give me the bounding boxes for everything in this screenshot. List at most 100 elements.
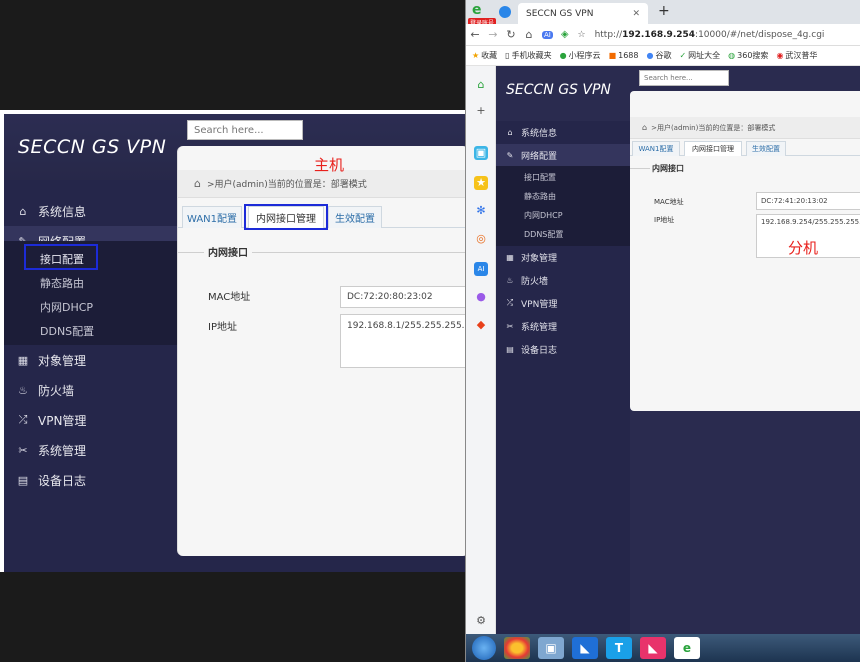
ai-circle-icon[interactable]: ◎: [474, 232, 488, 246]
settings-icon[interactable]: ⚙: [474, 614, 488, 628]
branch-nav-system-info[interactable]: ⌂ 系统信息: [496, 121, 630, 143]
branch-subnav-interface[interactable]: 接口配置: [524, 172, 556, 183]
browser-e-icon[interactable]: e: [674, 637, 700, 659]
main-nav-system-info[interactable]: ⌂ 系统信息: [4, 196, 177, 226]
branch-nav-objects[interactable]: ▦ 对象管理: [496, 246, 630, 268]
mac-label: MAC地址: [654, 198, 684, 206]
mac-field[interactable]: DC:72:41:20:13:02: [756, 192, 860, 210]
tab-wan1[interactable]: WAN1配置: [182, 206, 242, 228]
main-sidebar-lower: ▦ 对象管理 ♨ 防火墙 ⤮ VPN管理 ✂ 系统管理 ▤ 设备日志: [4, 345, 177, 572]
bookmark-item[interactable]: ▯ 手机收藏夹: [505, 50, 551, 61]
app-pink-icon[interactable]: ◣: [640, 637, 666, 659]
network-icon[interactable]: ✻: [474, 204, 488, 218]
branch-nav-network-config[interactable]: ✎ 网络配置: [496, 144, 630, 166]
branch-subnav-static-route[interactable]: 静态路由: [524, 191, 556, 202]
reload-icon[interactable]: ↻: [502, 28, 520, 41]
bookmark-item[interactable]: ● 谷歌: [646, 50, 671, 61]
main-search-input[interactable]: [187, 120, 303, 140]
window-icon[interactable]: ▣: [538, 637, 564, 659]
home-icon: ⌂: [194, 177, 201, 190]
home-icon: ⌂: [19, 204, 27, 218]
main-nav-vpn[interactable]: ⤮ VPN管理: [4, 405, 177, 435]
main-app: SECCN GS VPN ⌂ 系统信息 ✎ 网络配置 接口配置 静态路由 内网D…: [4, 114, 465, 572]
branch-subnav-ddns[interactable]: DDNS配置: [524, 229, 563, 240]
shield-icon[interactable]: ◈: [561, 29, 569, 40]
browser-navbar: ← → ↻ ⌂ AI ◈ ☆ http://192.168.9.254:1000…: [466, 24, 860, 46]
ip-field[interactable]: 192.168.8.1/255.255.255.0: [340, 314, 465, 368]
app-icon[interactable]: ▣: [474, 146, 488, 160]
home-icon[interactable]: ⌂: [520, 28, 538, 41]
branch-search-input[interactable]: [639, 70, 729, 86]
main-subnav-dhcp[interactable]: 内网DHCP: [40, 299, 93, 315]
tab-apply-config[interactable]: 生效配置: [746, 141, 786, 156]
forward-icon[interactable]: →: [484, 28, 502, 41]
bird-icon[interactable]: [499, 6, 511, 18]
branch-nav-system-mgmt[interactable]: ✂ 系统管理: [496, 315, 630, 337]
bookmark-item[interactable]: ◍ 360搜索: [728, 50, 768, 61]
main-nav-device-log[interactable]: ▤ 设备日志: [4, 465, 177, 495]
nav-label: 系统信息: [521, 128, 558, 139]
360-icon: ◍: [728, 51, 736, 60]
browser-tab[interactable]: SECCN GS VPN ✕: [518, 3, 648, 24]
start-button-icon[interactable]: [472, 636, 496, 660]
highlight-box-subnav: [24, 244, 98, 270]
tab-lan-interface[interactable]: 内网接口管理: [684, 141, 742, 156]
nav-label: 设备日志: [521, 345, 558, 356]
star-icon[interactable]: ★: [474, 176, 488, 190]
app-cyan-icon[interactable]: T: [606, 637, 632, 659]
home-icon[interactable]: ⌂: [474, 78, 488, 92]
check-icon: ✓: [679, 51, 687, 60]
shuffle-icon: ⤮: [18, 413, 28, 426]
nav-label: 系统管理: [521, 322, 558, 333]
branch-nav-firewall[interactable]: ♨ 防火墙: [496, 269, 630, 291]
home-icon: ⌂: [507, 127, 513, 137]
star-icon[interactable]: ☆: [573, 30, 591, 40]
game-icon[interactable]: ◆: [474, 318, 488, 332]
highlight-box-tab: [244, 204, 328, 230]
bookmark-item[interactable]: ● 小程序云: [560, 50, 601, 61]
browser-tabbar: e 登录账号 SECCN GS VPN ✕ +: [466, 0, 860, 27]
nav-label: 防火墙: [521, 276, 549, 287]
branch-content-panel: ⌂ >用户(admin)当前的位置是：部署模式 WAN1配置 内网接口管理 生效…: [630, 91, 860, 411]
branch-nav-device-log[interactable]: ▤ 设备日志: [496, 338, 630, 360]
chrome-icon[interactable]: [504, 637, 530, 659]
section-title: 内网接口: [652, 164, 684, 173]
bookmark-item[interactable]: ◉ 武汉普华: [776, 50, 817, 61]
browser-logo-icon[interactable]: e: [472, 2, 488, 18]
main-content-panel: ⌂ >用户(admin)当前的位置是：部署模式 WAN1配置 内网接口管理 生效…: [177, 146, 465, 556]
ip-label: IP地址: [654, 216, 675, 224]
add-icon[interactable]: +: [474, 104, 488, 118]
address-bar[interactable]: http://192.168.9.254:10000/#/net/dispose…: [595, 30, 825, 40]
bookmark-item[interactable]: ✓ 网址大全: [679, 50, 720, 61]
branch-nav-vpn[interactable]: ⤮ VPN管理: [496, 292, 630, 314]
bookmark-item[interactable]: ■ 1688: [609, 51, 639, 60]
ai-icon[interactable]: AI: [542, 30, 553, 39]
main-nav-firewall[interactable]: ♨ 防火墙: [4, 375, 177, 405]
tab-wan1[interactable]: WAN1配置: [632, 141, 680, 156]
new-tab-icon[interactable]: +: [658, 3, 670, 19]
main-subnav-static-route[interactable]: 静态路由: [40, 275, 84, 291]
main-nav-system-mgmt[interactable]: ✂ 系统管理: [4, 435, 177, 465]
ai-icon[interactable]: AI: [474, 262, 488, 276]
branch-subnav-dhcp[interactable]: 内网DHCP: [524, 210, 563, 221]
chat-icon[interactable]: ●: [474, 290, 488, 304]
main-subnav-ddns[interactable]: DDNS配置: [40, 323, 94, 339]
branch-browser-window: e 登录账号 SECCN GS VPN ✕ + ← → ↻ ⌂ AI ◈ ☆ h…: [465, 0, 860, 662]
nav-label: 对象管理: [38, 353, 87, 368]
tab-apply-config[interactable]: 生效配置: [328, 206, 382, 228]
main-annotation: 主机: [314, 156, 345, 174]
wrench-icon: ✂: [506, 321, 514, 331]
app-blue-icon[interactable]: ◣: [572, 637, 598, 659]
nav-label: 网络配置: [521, 151, 558, 162]
main-nav-objects[interactable]: ▦ 对象管理: [4, 345, 177, 375]
taskbar: ▣ ◣ T ◣ e: [466, 634, 860, 662]
back-icon[interactable]: ←: [466, 28, 484, 41]
close-icon[interactable]: ✕: [632, 9, 640, 19]
nav-label: VPN管理: [521, 299, 558, 310]
bookmark-item[interactable]: ★ 收藏: [472, 50, 497, 61]
mac-field[interactable]: DC:72:20:80:23:02: [340, 286, 465, 308]
mac-label: MAC地址: [208, 292, 251, 303]
section-title: 内网接口: [204, 244, 252, 259]
phone-icon: ▯: [505, 51, 510, 60]
branch-subnav: 接口配置 静态路由 内网DHCP DDNS配置: [496, 166, 630, 246]
